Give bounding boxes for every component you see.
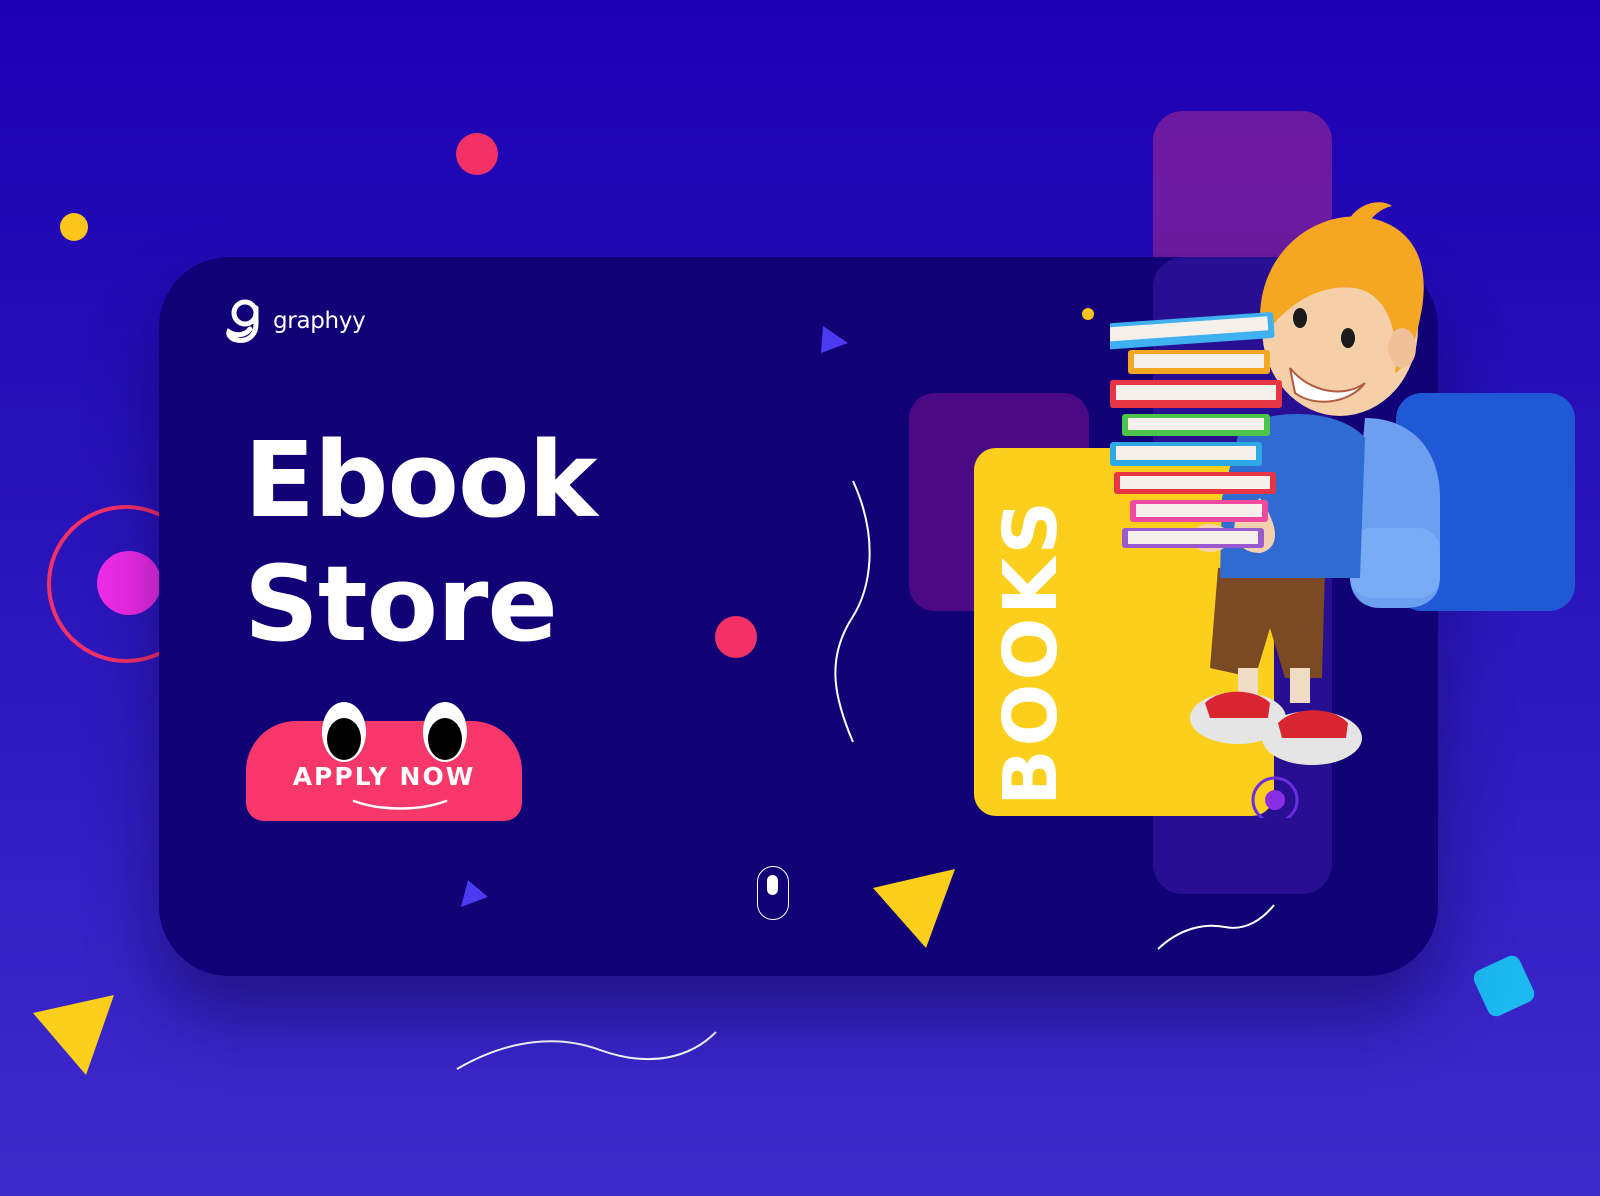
s-curve-line [834,480,871,743]
apply-now-button[interactable]: APPLY NOW [246,721,522,821]
mouse-wheel [767,875,778,895]
apply-now-label: APPLY NOW [292,762,476,791]
left-eye-icon [322,702,366,762]
boy-carrying-books-illustration [1110,202,1440,818]
left-pupil [327,718,361,760]
tiny-yellow-dot [1082,308,1094,320]
mouse-scroll-icon[interactable] [757,866,789,920]
page-title: Ebook Store [244,418,598,666]
right-pupil [428,718,462,760]
blue-triangle-top [821,326,848,353]
books-label: BOOKS [988,498,1074,806]
graphyy-g-logo-icon [226,299,259,343]
pink-dot-card [715,616,757,658]
title-line-2: Store [244,543,558,665]
yellow-triangle-card [873,869,955,948]
right-eye-icon [423,702,467,762]
brand-logo[interactable]: graphyy [225,298,366,344]
title-line-1: Ebook [244,419,598,541]
book-stack [1110,312,1282,548]
smile-icon [352,799,448,810]
wavy-line-card [1157,904,1275,950]
blue-triangle-bottom [461,880,488,907]
brand-name: graphyy [273,308,366,334]
